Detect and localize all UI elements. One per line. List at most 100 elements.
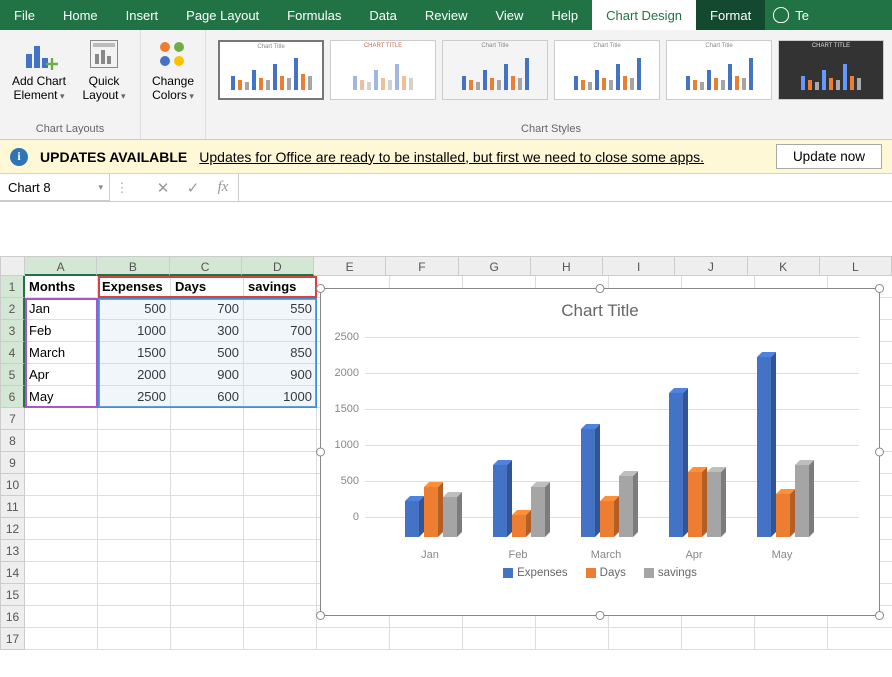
- column-header[interactable]: D: [242, 256, 314, 276]
- tab-formulas[interactable]: Formulas: [273, 0, 355, 30]
- cell[interactable]: [98, 606, 171, 628]
- chart-bar[interactable]: [600, 501, 614, 537]
- cell[interactable]: [244, 452, 317, 474]
- cell[interactable]: [171, 408, 244, 430]
- cell[interactable]: [463, 628, 536, 650]
- chart-bar[interactable]: [531, 487, 545, 537]
- resize-handle-se[interactable]: [875, 611, 884, 620]
- resize-handle-w[interactable]: [316, 448, 325, 457]
- cell[interactable]: [244, 562, 317, 584]
- chart-bar[interactable]: [443, 497, 457, 537]
- chart-bar[interactable]: [493, 465, 507, 537]
- cell[interactable]: [98, 562, 171, 584]
- cell[interactable]: Jan: [25, 298, 98, 320]
- column-header[interactable]: I: [603, 256, 675, 276]
- row-header[interactable]: 3: [0, 320, 25, 342]
- cell[interactable]: [25, 518, 98, 540]
- chart-bar[interactable]: [405, 501, 419, 537]
- cell[interactable]: March: [25, 342, 98, 364]
- cell[interactable]: 1000: [244, 386, 317, 408]
- cell[interactable]: [755, 628, 828, 650]
- chart-bar[interactable]: [619, 476, 633, 537]
- tab-view[interactable]: View: [481, 0, 537, 30]
- column-header[interactable]: G: [459, 256, 531, 276]
- row-header[interactable]: 2: [0, 298, 25, 320]
- tab-review[interactable]: Review: [411, 0, 482, 30]
- cell[interactable]: [25, 408, 98, 430]
- name-box[interactable]: Chart 8: [0, 174, 110, 201]
- row-header[interactable]: 17: [0, 628, 25, 650]
- chart-style-2[interactable]: CHART TITLE: [330, 40, 436, 100]
- tab-data[interactable]: Data: [355, 0, 410, 30]
- cell[interactable]: Expenses: [98, 276, 171, 298]
- tab-page-layout[interactable]: Page Layout: [172, 0, 273, 30]
- cell[interactable]: [317, 628, 390, 650]
- column-header[interactable]: A: [25, 256, 97, 276]
- cell[interactable]: [609, 628, 682, 650]
- chart-bar[interactable]: [581, 429, 595, 537]
- row-header[interactable]: 9: [0, 452, 25, 474]
- cell[interactable]: [244, 430, 317, 452]
- cell[interactable]: May: [25, 386, 98, 408]
- cell[interactable]: 500: [171, 342, 244, 364]
- column-header[interactable]: F: [386, 256, 458, 276]
- row-header[interactable]: 6: [0, 386, 25, 408]
- chart-bar[interactable]: [669, 393, 683, 537]
- chart-style-3[interactable]: Chart Title: [442, 40, 548, 100]
- cell[interactable]: 500: [98, 298, 171, 320]
- update-now-button[interactable]: Update now: [776, 144, 882, 169]
- cell[interactable]: 600: [171, 386, 244, 408]
- namebox-expand[interactable]: ⋮: [110, 180, 134, 196]
- chart-bar[interactable]: [512, 515, 526, 537]
- cell[interactable]: Feb: [25, 320, 98, 342]
- chart-bar[interactable]: [757, 357, 771, 537]
- chart-bar[interactable]: [795, 465, 809, 537]
- cell[interactable]: [25, 430, 98, 452]
- cell[interactable]: [244, 496, 317, 518]
- cell[interactable]: [98, 408, 171, 430]
- quick-layout-button[interactable]: Quick Layout: [76, 34, 132, 102]
- tab-help[interactable]: Help: [537, 0, 592, 30]
- column-header[interactable]: B: [97, 256, 169, 276]
- column-header[interactable]: C: [170, 256, 242, 276]
- cell[interactable]: [390, 628, 463, 650]
- cell[interactable]: [25, 496, 98, 518]
- cell[interactable]: [25, 474, 98, 496]
- chart-bar[interactable]: [424, 487, 438, 537]
- chart-style-4[interactable]: Chart Title: [554, 40, 660, 100]
- cell[interactable]: [171, 540, 244, 562]
- cell[interactable]: [98, 474, 171, 496]
- cell[interactable]: [244, 584, 317, 606]
- chart-legend[interactable]: Expenses Days savings: [321, 567, 879, 579]
- insert-function-button[interactable]: fx: [208, 179, 238, 196]
- cell[interactable]: 2000: [98, 364, 171, 386]
- column-header[interactable]: J: [675, 256, 747, 276]
- cell[interactable]: Days: [171, 276, 244, 298]
- tab-insert[interactable]: Insert: [112, 0, 173, 30]
- cell[interactable]: [171, 518, 244, 540]
- chart-bar[interactable]: [707, 472, 721, 537]
- resize-handle-s[interactable]: [596, 611, 605, 620]
- cell[interactable]: [25, 584, 98, 606]
- resize-handle-nw[interactable]: [316, 284, 325, 293]
- row-header[interactable]: 16: [0, 606, 25, 628]
- change-colors-button[interactable]: Change Colors: [149, 34, 197, 102]
- cell[interactable]: [171, 430, 244, 452]
- tab-chart-design[interactable]: Chart Design: [592, 0, 696, 30]
- column-header[interactable]: L: [820, 256, 892, 276]
- cell[interactable]: 2500: [98, 386, 171, 408]
- cell[interactable]: 850: [244, 342, 317, 364]
- chart-bar[interactable]: [776, 494, 790, 537]
- cell[interactable]: Apr: [25, 364, 98, 386]
- cell[interactable]: [171, 452, 244, 474]
- row-header[interactable]: 5: [0, 364, 25, 386]
- cell[interactable]: 900: [171, 364, 244, 386]
- cell[interactable]: 550: [244, 298, 317, 320]
- cell[interactable]: [98, 452, 171, 474]
- column-header[interactable]: E: [314, 256, 386, 276]
- chart-bar[interactable]: [688, 472, 702, 537]
- chart-style-6[interactable]: CHART TITLE: [778, 40, 884, 100]
- cell[interactable]: [171, 562, 244, 584]
- cell[interactable]: [25, 606, 98, 628]
- cell[interactable]: [244, 474, 317, 496]
